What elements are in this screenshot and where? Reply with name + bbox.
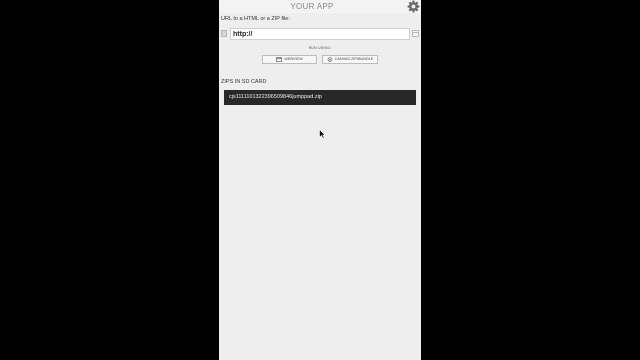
- title-bar: YOUR APP: [219, 0, 421, 13]
- run-using-label: RUN USING:: [308, 46, 332, 50]
- zips-in-sd-card-label: ZIPS IN SD CARD: [221, 79, 267, 85]
- url-options-button[interactable]: [221, 30, 227, 37]
- app-screen: YOUR APP URL to a HTML or a ZIP file: ht…: [219, 0, 421, 360]
- url-label: URL to a HTML or a ZIP file:: [221, 16, 290, 22]
- canvas-button-label: CANVAS ZIP/BUNDLE: [334, 57, 374, 61]
- zip-list-item[interactable]: cjs1111101322396509846jumppad.zip: [224, 90, 416, 105]
- circle-check-icon: [327, 57, 332, 62]
- url-input[interactable]: [230, 28, 410, 40]
- url-row: —: [220, 27, 420, 41]
- minus-icon: —: [413, 30, 418, 36]
- webview-button-label: WEBVIEW: [284, 57, 303, 61]
- app-title: YOUR APP: [290, 2, 334, 11]
- webview-button[interactable]: WEBVIEW: [262, 55, 317, 64]
- canvas-zip-bundle-button[interactable]: CANVAS ZIP/BUNDLE: [322, 55, 378, 64]
- gear-icon: [407, 0, 420, 13]
- settings-gear-icon[interactable]: [407, 0, 420, 13]
- mouse-cursor-icon: [319, 129, 326, 139]
- clear-url-button[interactable]: —: [412, 30, 419, 37]
- window-icon: [276, 57, 283, 62]
